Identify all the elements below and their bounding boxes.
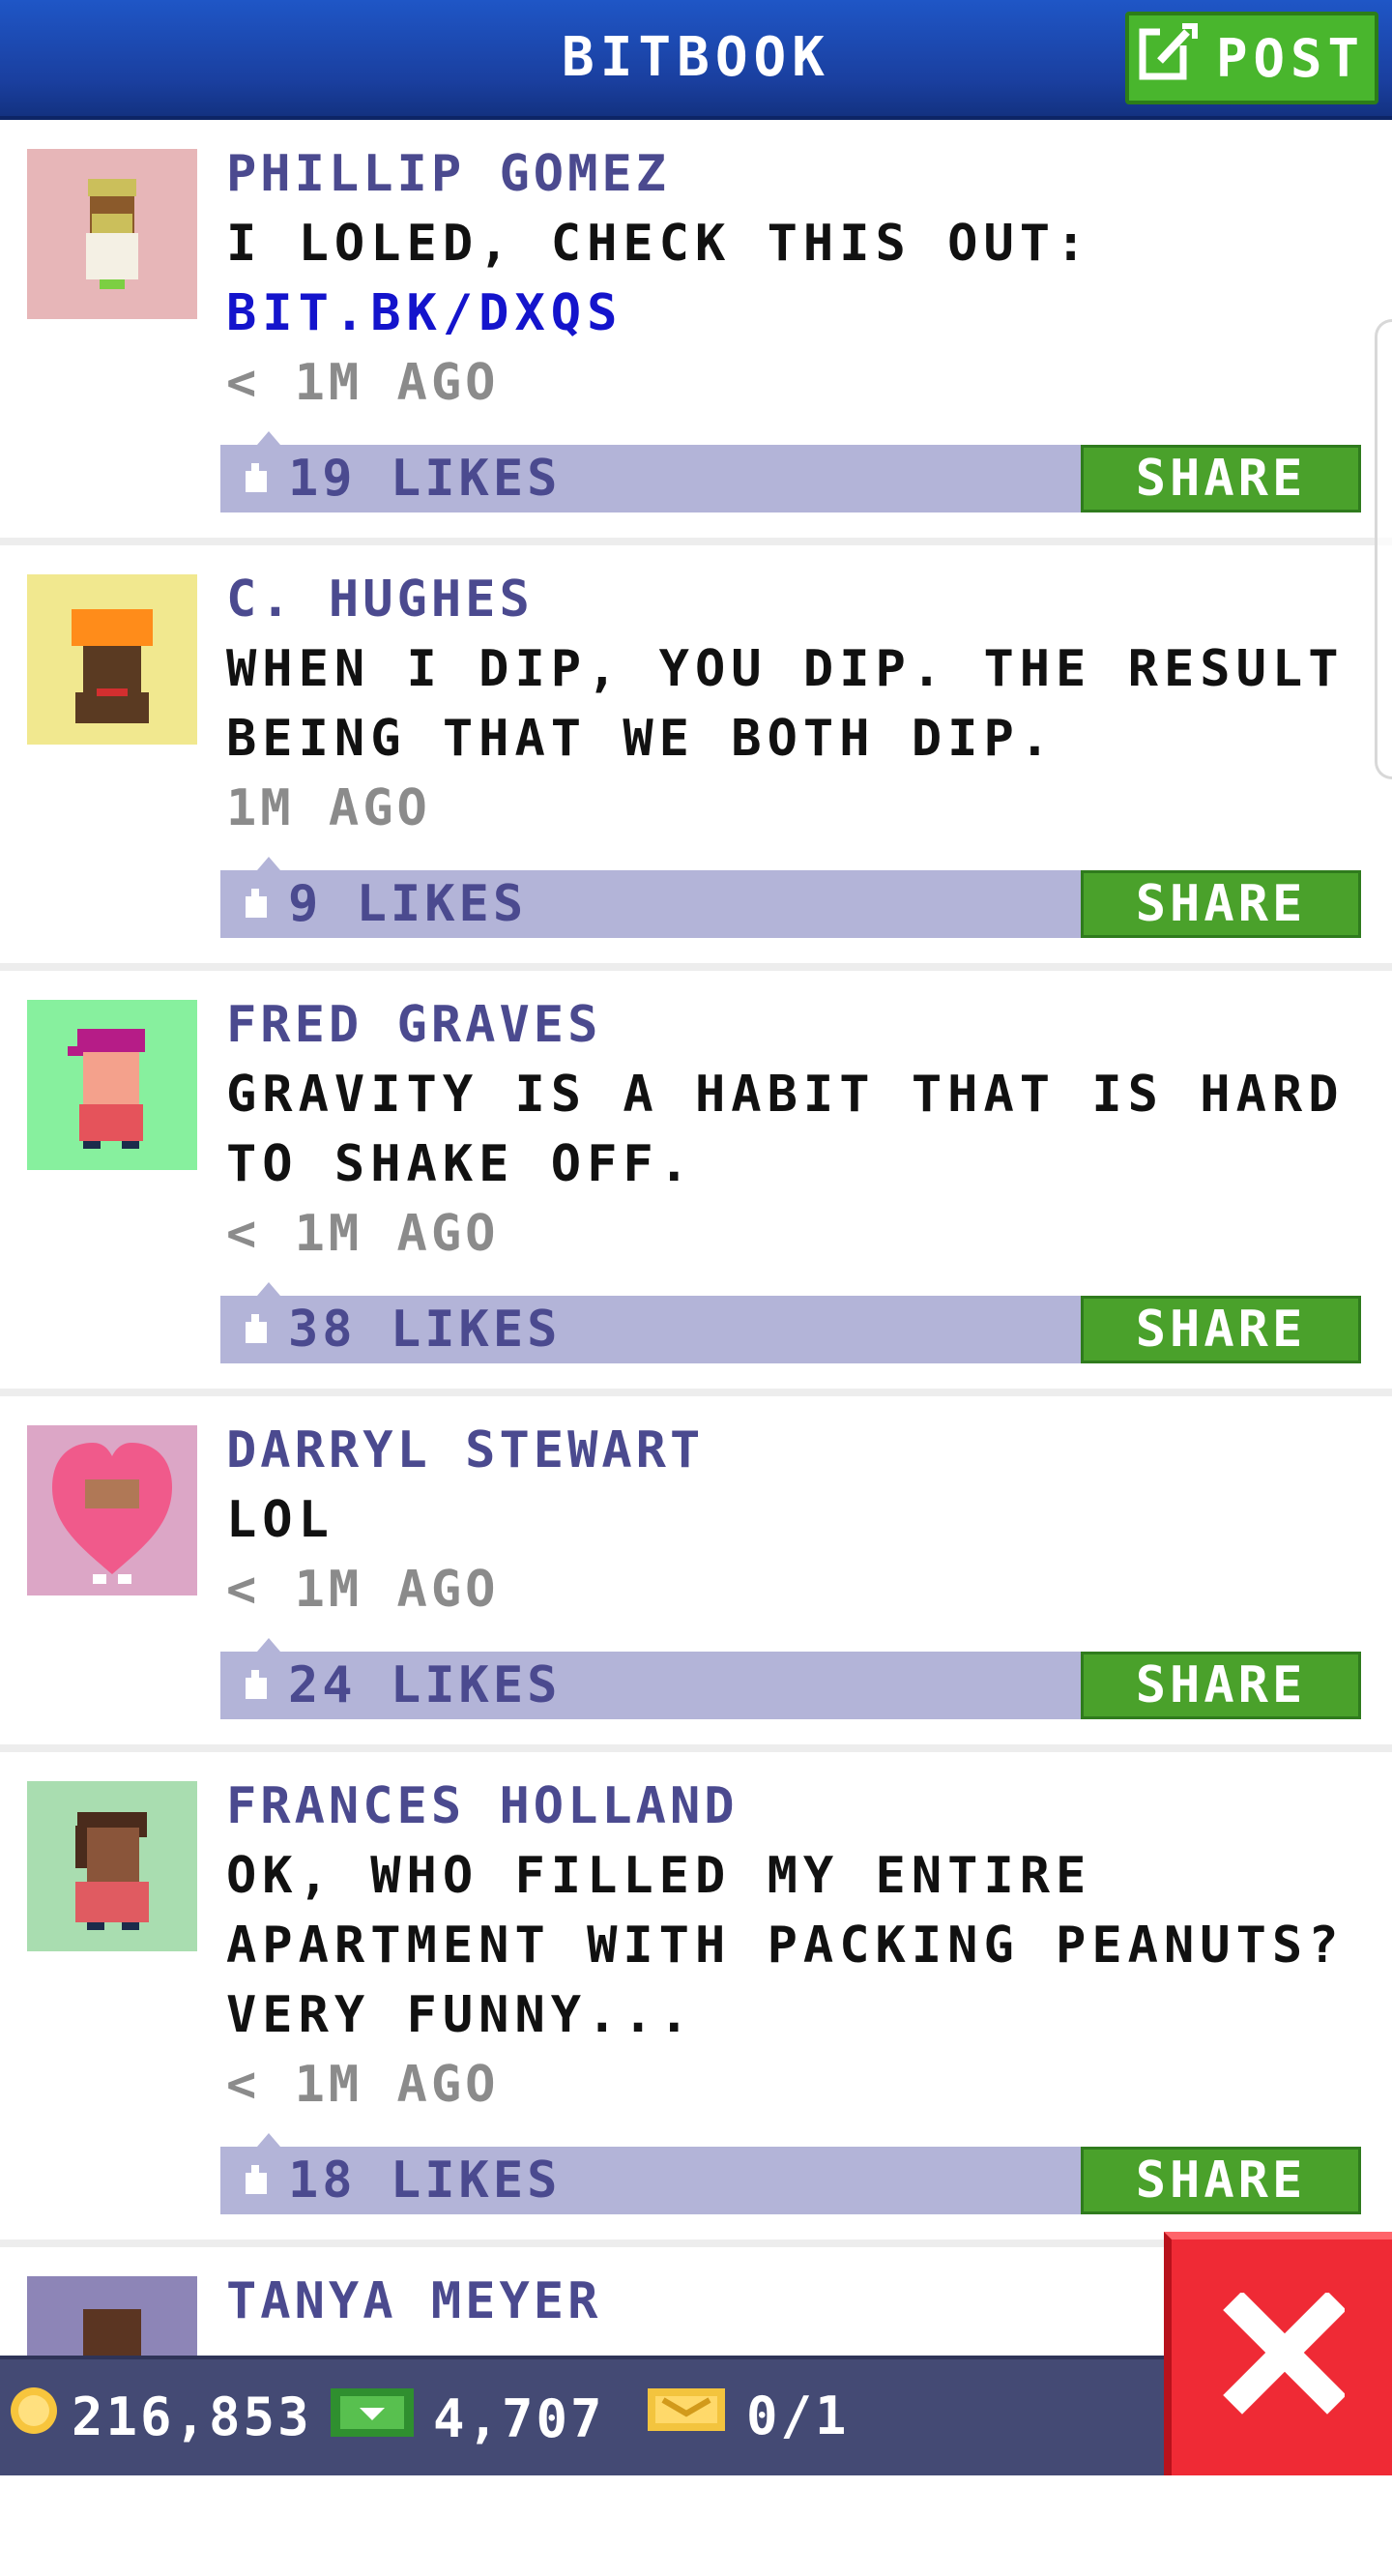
avatar — [27, 574, 197, 745]
like-button[interactable]: 19 LIKES — [234, 445, 561, 512]
share-button[interactable]: SHARE — [1081, 1296, 1361, 1363]
like-button[interactable]: 24 LIKES — [234, 1652, 561, 1719]
post-author[interactable]: FRED GRAVES — [226, 990, 601, 1060]
like-bar: 9 LIKES SHARE — [220, 857, 1361, 938]
cash-icon — [327, 2383, 418, 2455]
share-button[interactable]: SHARE — [1081, 1652, 1361, 1719]
like-count: 18 LIKES — [288, 2152, 562, 2210]
post-button[interactable]: POST — [1125, 12, 1378, 104]
coin-count: 216,853 — [72, 2386, 312, 2447]
cash-balance: 4,707 — [327, 2383, 605, 2455]
feed: PHILLIP GOMEZ I LOLED, CHECK THIS OUT: B… — [0, 120, 1392, 2576]
scrollbar[interactable] — [1375, 319, 1392, 779]
coin-icon — [6, 2383, 62, 2451]
post-author[interactable]: TANYA MEYER — [226, 2267, 601, 2336]
like-count: 24 LIKES — [288, 1656, 562, 1714]
post-card: C. HUGHES WHEN I DIP, YOU DIP. THE RESUL… — [0, 545, 1392, 971]
post-time: < 1M AGO — [226, 1561, 500, 1619]
like-count: 19 LIKES — [288, 450, 562, 508]
ticket-icon — [644, 2383, 729, 2449]
like-count: 9 LIKES — [288, 875, 528, 933]
post-button-label: POST — [1215, 27, 1366, 89]
post-author[interactable]: FRANCES HOLLAND — [226, 1771, 739, 1841]
like-button[interactable]: 18 LIKES — [234, 2147, 561, 2214]
post-card: PHILLIP GOMEZ I LOLED, CHECK THIS OUT: B… — [0, 120, 1392, 545]
post-time: 1M AGO — [226, 779, 431, 837]
post-author[interactable]: PHILLIP GOMEZ — [226, 139, 670, 209]
thumb-up-icon — [234, 2159, 276, 2202]
thumb-up-icon — [234, 1664, 276, 1707]
like-button[interactable]: 38 LIKES — [234, 1296, 561, 1363]
post-link[interactable]: BIT.BK/DXQS — [226, 278, 1367, 348]
share-button[interactable]: SHARE — [1081, 870, 1361, 938]
post-author[interactable]: DARRYL STEWART — [226, 1416, 704, 1485]
post-text: I LOLED, CHECK THIS OUT: — [226, 215, 1092, 273]
post-time: < 1M AGO — [226, 354, 500, 412]
post-text: OK, WHO FILLED MY ENTIRE APARTMENT WITH … — [226, 1847, 1345, 2044]
like-bar: 24 LIKES SHARE — [220, 1638, 1361, 1719]
thumb-up-icon — [234, 457, 276, 500]
like-count: 38 LIKES — [288, 1301, 562, 1359]
post-author[interactable]: C. HUGHES — [226, 565, 534, 634]
thumb-up-icon — [234, 1308, 276, 1351]
avatar — [27, 1781, 197, 1951]
like-button[interactable]: 9 LIKES — [234, 870, 527, 938]
like-bar: 18 LIKES SHARE — [220, 2133, 1361, 2214]
app-header: BITBOOK POST — [0, 0, 1392, 120]
close-button[interactable] — [1164, 2232, 1392, 2475]
thumb-up-icon — [234, 883, 276, 925]
post-time: < 1M AGO — [226, 2056, 500, 2114]
post-time: < 1M AGO — [226, 1205, 500, 1263]
like-bar: 38 LIKES SHARE — [220, 1282, 1361, 1363]
post-text: WHEN I DIP, YOU DIP. THE RESULT BEING TH… — [226, 640, 1345, 768]
share-button[interactable]: SHARE — [1081, 2147, 1361, 2214]
post-card: FRANCES HOLLAND OK, WHO FILLED MY ENTIRE… — [0, 1752, 1392, 2247]
post-card: DARRYL STEWART LOL < 1M AGO 24 LIKES SHA… — [0, 1396, 1392, 1752]
cash-count: 4,707 — [433, 2388, 605, 2449]
avatar — [27, 149, 197, 319]
avatar — [27, 1000, 197, 1170]
coin-balance: 216,853 — [6, 2383, 312, 2451]
post-card: FRED GRAVES GRAVITY IS A HABIT THAT IS H… — [0, 971, 1392, 1396]
post-text: LOL — [226, 1491, 334, 1549]
ticket-count: 0/1 — [746, 2386, 850, 2446]
like-bar: 19 LIKES SHARE — [220, 431, 1361, 512]
ticket-balance: 0/1 — [644, 2383, 850, 2449]
close-icon — [1219, 2291, 1347, 2422]
post-body: I LOLED, CHECK THIS OUT: BIT.BK/DXQS — [226, 209, 1367, 348]
post-text: GRAVITY IS A HABIT THAT IS HARD TO SHAKE… — [226, 1066, 1345, 1193]
edit-icon — [1139, 22, 1199, 95]
avatar — [27, 1425, 197, 1595]
share-button[interactable]: SHARE — [1081, 445, 1361, 512]
